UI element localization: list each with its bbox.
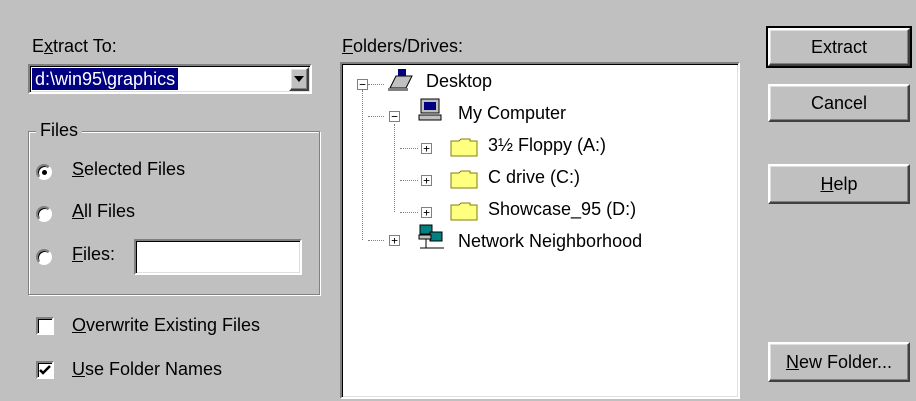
- expand-showcase-icon[interactable]: +: [421, 207, 432, 218]
- tree-item-network[interactable]: Network Neighborhood: [458, 230, 642, 252]
- selected-files-label[interactable]: Selected Files: [72, 159, 185, 180]
- computer-icon: [418, 98, 442, 121]
- expand-floppy-icon[interactable]: +: [421, 143, 432, 154]
- folders-tree[interactable]: − Desktop − My Computer + 3½ Floppy (A:)…: [340, 62, 740, 399]
- chevron-down-icon: [294, 76, 304, 82]
- extract-to-label: Extract To:: [32, 36, 117, 56]
- use-folder-names-label[interactable]: Use Folder Names: [72, 359, 222, 380]
- folder-icon: [450, 170, 478, 189]
- desktop-icon: [388, 69, 413, 91]
- dropdown-button[interactable]: [289, 67, 309, 91]
- folder-icon: [450, 138, 478, 157]
- new-folder-button[interactable]: New Folder...: [768, 342, 910, 382]
- expand-c-drive-icon[interactable]: +: [421, 175, 432, 186]
- checkmark-icon: [39, 365, 51, 375]
- files-pattern-input[interactable]: [134, 239, 302, 275]
- overwrite-label[interactable]: Overwrite Existing Files: [72, 315, 260, 336]
- tree-item-showcase[interactable]: Showcase_95 (D:): [488, 198, 636, 220]
- folder-icon: [450, 202, 478, 221]
- files-group-title: Files: [36, 120, 83, 141]
- use-folder-names-checkbox[interactable]: [36, 361, 54, 379]
- cancel-button[interactable]: Cancel: [768, 84, 910, 122]
- selected-files-radio[interactable]: [36, 164, 52, 180]
- network-icon: [418, 224, 444, 249]
- files-pattern-radio[interactable]: [36, 249, 52, 265]
- tree-item-floppy[interactable]: 3½ Floppy (A:): [488, 134, 606, 156]
- help-button[interactable]: Help: [768, 164, 910, 204]
- collapse-desktop-icon[interactable]: −: [357, 79, 368, 90]
- collapse-my-computer-icon[interactable]: −: [389, 111, 400, 122]
- folders-drives-label: Folders/Drives:: [342, 36, 464, 56]
- expand-network-icon[interactable]: +: [389, 235, 400, 246]
- tree-item-desktop[interactable]: Desktop: [426, 70, 492, 92]
- tree-item-c-drive[interactable]: C drive (C:): [488, 166, 580, 188]
- all-files-radio[interactable]: [36, 206, 52, 222]
- overwrite-checkbox[interactable]: [36, 317, 54, 335]
- all-files-label[interactable]: All Files: [72, 201, 135, 222]
- extract-to-combobox[interactable]: d:\win95\graphics: [28, 64, 312, 94]
- files-pattern-label[interactable]: Files:: [72, 244, 115, 265]
- tree-item-my-computer[interactable]: My Computer: [458, 102, 566, 124]
- extract-to-value[interactable]: d:\win95\graphics: [32, 68, 179, 90]
- extract-button[interactable]: Extract: [766, 26, 912, 68]
